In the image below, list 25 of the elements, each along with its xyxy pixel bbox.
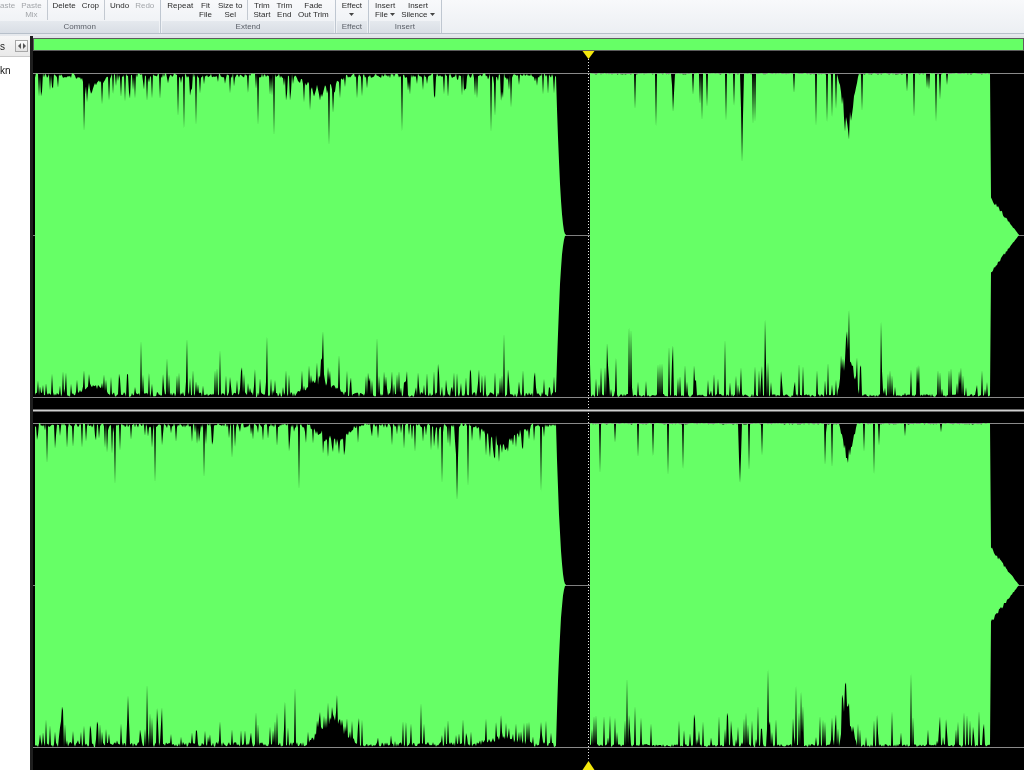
toolbar-button[interactable]: Fit File [197,0,214,19]
playhead-marker-icon[interactable] [582,761,595,770]
toolbar-button[interactable]: Undo [108,0,132,10]
caret-icon [390,13,396,17]
toolbar-button[interactable]: Size to Sel [216,0,245,19]
toolbar-button[interactable]: Trim End [274,0,295,19]
overview-bar[interactable] [33,38,1024,51]
caret-icon [349,13,355,17]
ribbon-group-label: Common [0,21,160,33]
toolbar-button[interactable]: Repeat [165,0,196,10]
caret-icon [429,13,435,17]
ribbon-group-label: Insert [370,21,440,33]
ribbon-group-label: Effect [336,21,368,33]
panel-toggle-button[interactable] [15,40,28,52]
toolbar-button[interactable]: Insert Silence [399,0,437,19]
toolbar-button[interactable]: Fade Out Trim [296,0,331,19]
left-right-arrows-icon [17,43,26,49]
toolbar-button[interactable]: Crop [79,0,102,10]
toolbar-button[interactable]: Effect [339,0,365,19]
panel-item[interactable]: kn [0,57,30,76]
toolbar-button[interactable]: Delete [50,0,78,10]
toolbar-button[interactable]: Trim Start [251,0,273,19]
ribbon-group-label: Extend [162,21,334,33]
panel-title: s [0,40,5,52]
toolbar-button[interactable]: Insert File [373,0,398,19]
